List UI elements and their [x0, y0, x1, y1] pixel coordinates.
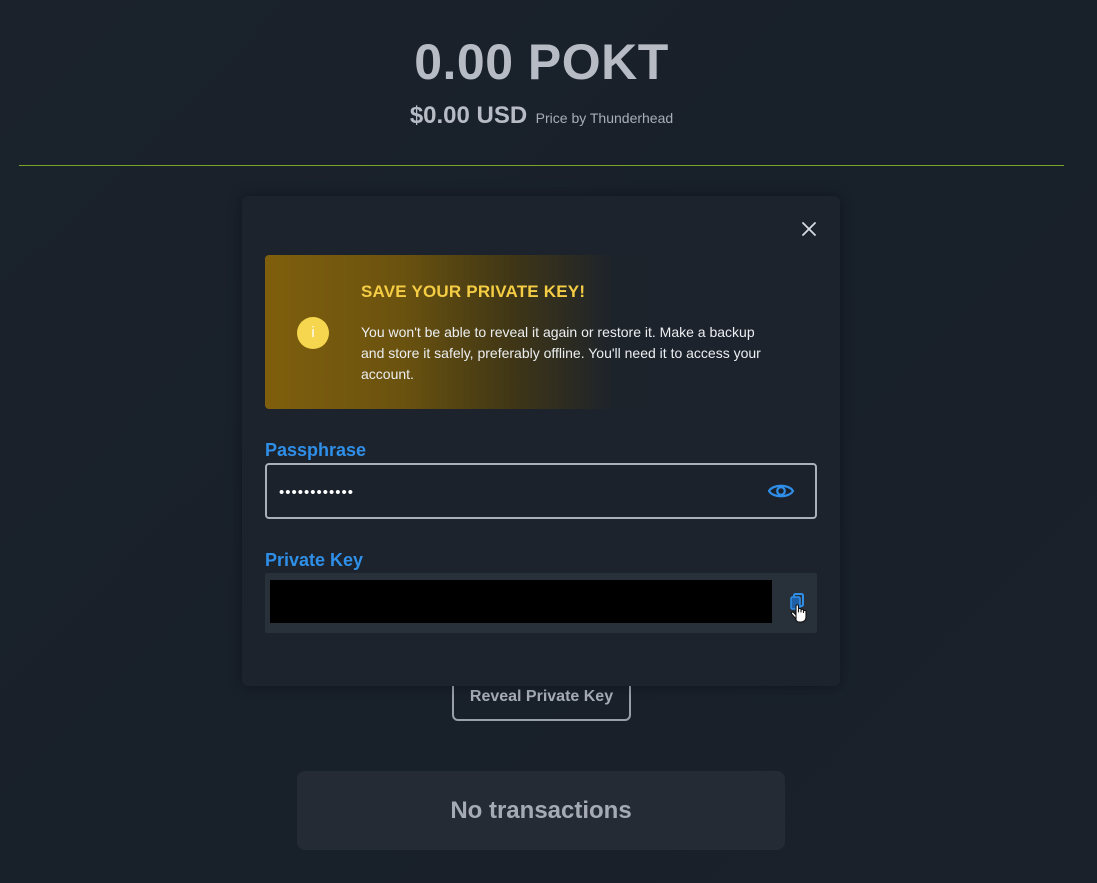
alert-message: You won't be able to reveal it again or … [361, 324, 761, 382]
passphrase-input[interactable] [267, 465, 761, 519]
private-key-label: Private Key [265, 550, 364, 570]
passphrase-field [265, 463, 817, 519]
wallet-page: 0.00 POKT $0.00 USD Price by Thunderhead… [0, 0, 1097, 883]
transactions-empty-state: No transactions [297, 771, 785, 850]
private-key-value[interactable] [270, 580, 772, 623]
passphrase-label: Passphrase [265, 440, 367, 460]
price-source: Price by Thunderhead [535, 110, 674, 126]
close-icon [802, 222, 816, 236]
copy-private-key-button[interactable] [787, 593, 811, 623]
close-modal-button[interactable] [798, 218, 820, 240]
usd-row: $0.00 USD Price by Thunderhead [0, 102, 1083, 130]
private-key-modal: i SAVE YOUR PRIVATE KEY! You won't be ab… [242, 196, 840, 686]
toggle-visibility-button[interactable] [767, 479, 795, 503]
balance-amount: 0.00 POKT [414, 34, 669, 90]
info-icon: i [297, 317, 329, 349]
private-key-field [265, 573, 817, 633]
copy-icon [790, 593, 807, 623]
divider [19, 165, 1064, 166]
alert-title: SAVE YOUR PRIVATE KEY! [361, 282, 586, 301]
usd-value: $0.00 USD [409, 102, 528, 129]
warning-banner: i SAVE YOUR PRIVATE KEY! You won't be ab… [265, 255, 817, 409]
eye-icon [767, 484, 795, 498]
